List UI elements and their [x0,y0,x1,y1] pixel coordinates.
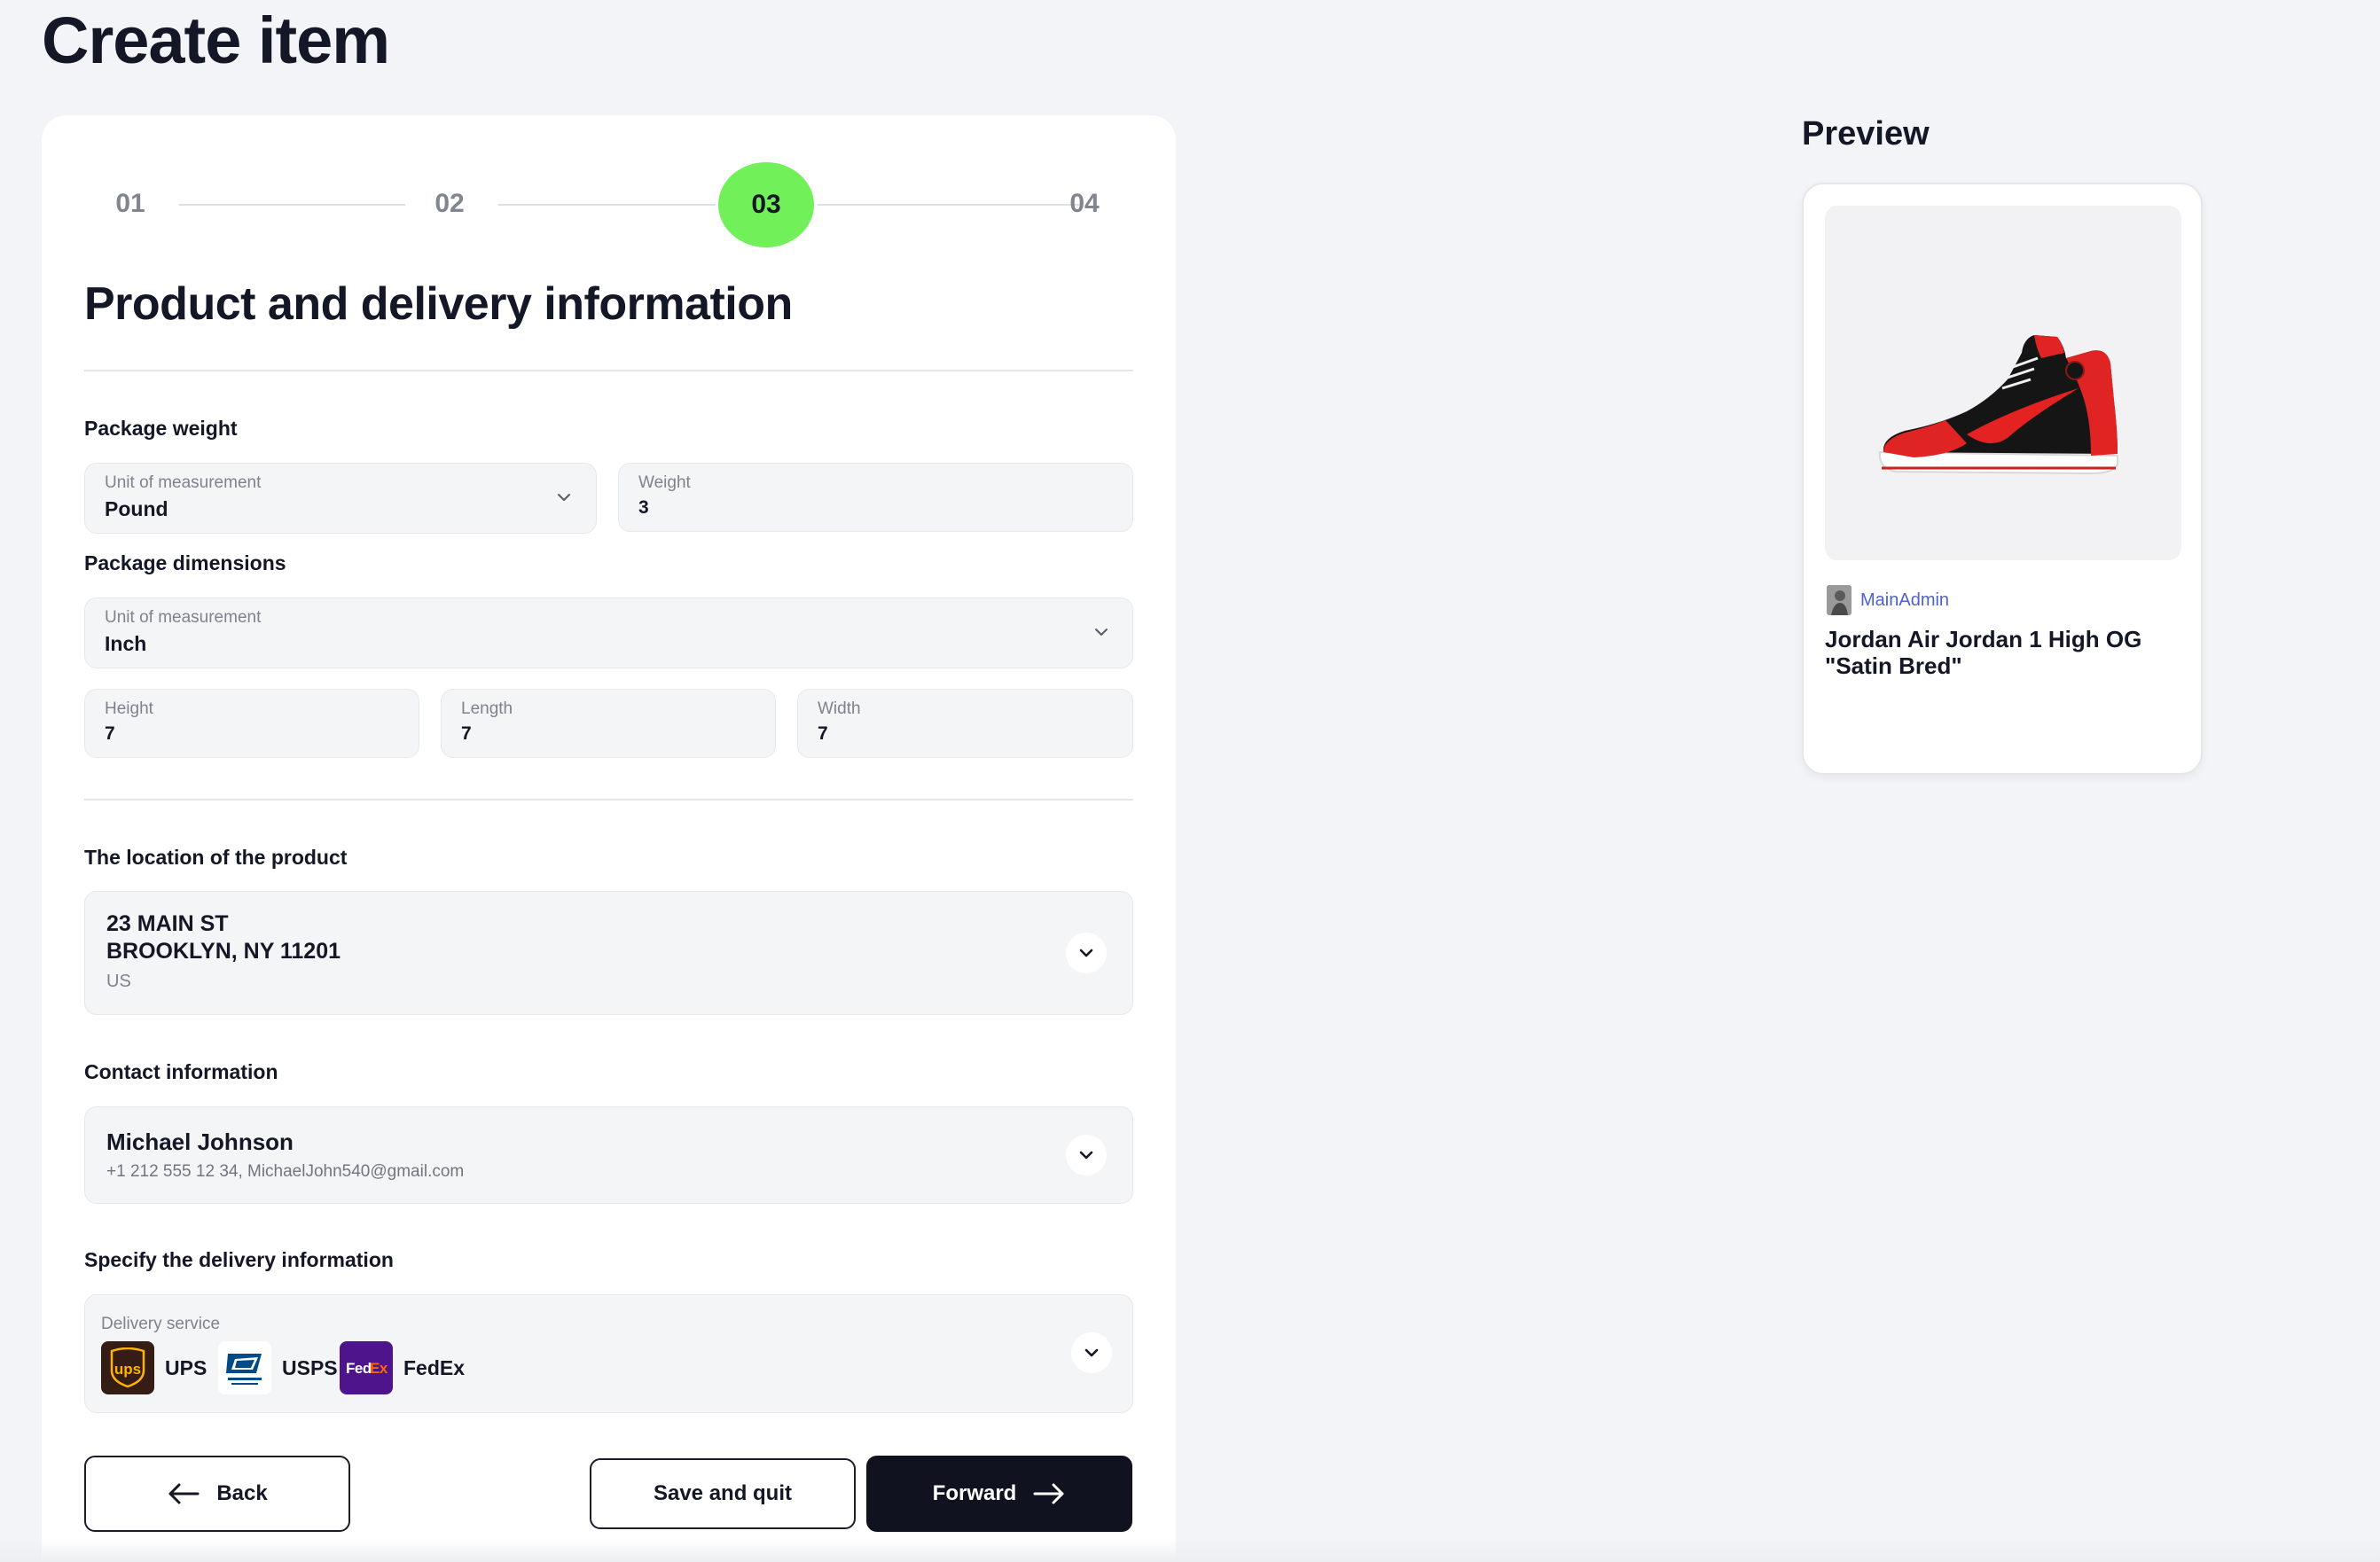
product-image [1825,206,2181,560]
forward-button-label: Forward [932,1481,1017,1505]
contact-select[interactable]: Michael Johnson +1 212 555 12 34, Michae… [84,1106,1133,1204]
usps-logo-icon [218,1341,271,1394]
contact-label: Contact information [84,1060,278,1083]
field-label: Width [818,699,861,718]
carrier-name: FedEx [403,1355,466,1379]
field-value: 7 [818,723,828,744]
arrow-right-icon [1033,1483,1064,1504]
chevron-down-icon [558,494,570,501]
product-preview-card[interactable]: MainAdmin Jordan Air Jordan 1 High OG "S… [1802,183,2203,775]
weight-input[interactable]: Weight 3 [618,463,1133,532]
field-value: Pound [105,497,168,520]
field-label: Length [461,699,513,718]
weight-unit-select[interactable]: Unit of measurement Pound [84,463,597,534]
field-value: Inch [105,632,147,655]
carrier-usps: USPS [218,1341,338,1394]
delivery-expand-button[interactable] [1071,1332,1112,1373]
back-button-label: Back [216,1481,268,1505]
step-1[interactable]: 01 [115,189,145,219]
field-label: Weight [638,473,691,492]
width-input[interactable]: Width 7 [797,689,1133,758]
delivery-service-select[interactable]: Delivery service ups UPS USPS Fed Ex Fed… [84,1294,1133,1413]
contact-details: +1 212 555 12 34, MichaelJohn540@gmail.c… [106,1162,465,1181]
field-label: Delivery service [101,1315,221,1333]
height-input[interactable]: Height 7 [84,689,419,758]
step-4[interactable]: 04 [1069,189,1099,219]
field-value: 7 [105,723,115,744]
step-connector [818,204,1079,206]
section-title: Product and delivery information [84,278,793,330]
field-value: 7 [461,723,472,744]
divider [84,799,1133,801]
field-value: 3 [638,497,649,518]
fedex-logo-fed: Fed [346,1360,372,1377]
chevron-down-icon [1079,1151,1093,1160]
seller-link[interactable]: MainAdmin [1827,585,1949,615]
stepper: 01 02 03 04 [42,115,1176,266]
carrier-ups: ups UPS [101,1341,207,1394]
create-item-form-card: 01 02 03 04 Product and delivery informa… [42,115,1176,1562]
forward-button[interactable]: Forward [866,1456,1132,1532]
package-weight-label: Package weight [84,417,238,440]
ups-logo-text: ups [114,1361,141,1378]
field-label: Height [105,699,153,718]
fedex-logo-ex: Ex [370,1360,388,1377]
address-line-1: 23 MAIN ST [106,911,229,936]
seller-name: MainAdmin [1860,590,1950,610]
step-connector [498,204,716,206]
step-connector [179,204,405,206]
delivery-label: Specify the delivery information [84,1248,394,1271]
contact-name: Michael Johnson [106,1129,294,1155]
fedex-logo-icon: Fed Ex [340,1341,393,1394]
step-2[interactable]: 02 [435,189,464,219]
length-input[interactable]: Length 7 [441,689,776,758]
ups-logo-icon: ups [101,1341,154,1394]
carrier-fedex: Fed Ex FedEx [340,1341,465,1394]
carrier-name: USPS [282,1355,338,1379]
address-country: US [106,972,131,991]
sneaker-image [1878,335,2118,475]
location-select[interactable]: 23 MAIN ST BROOKLYN, NY 11201 US [84,891,1133,1015]
contact-expand-button[interactable] [1066,1135,1107,1175]
preview-title: Preview [1802,115,1930,152]
back-button[interactable]: Back [84,1456,350,1532]
page-title: Create item [42,4,390,77]
dimension-unit-select[interactable]: Unit of measurement Inch [84,597,1133,668]
arrow-left-icon [168,1483,200,1504]
bottom-edge [0,1539,2380,1562]
divider [84,370,1133,371]
field-label: Unit of measurement [105,473,262,492]
chevron-down-icon [1079,949,1093,957]
step-3-active[interactable]: 03 [718,162,814,247]
product-name: Jordan Air Jordan 1 High OG "Satin Bred" [1825,626,2142,679]
save-and-quit-label: Save and quit [653,1481,793,1505]
field-label: Unit of measurement [105,608,262,627]
seller-avatar [1827,585,1852,615]
location-expand-button[interactable] [1066,933,1107,973]
address-line-2: BROOKLYN, NY 11201 [106,939,341,964]
carrier-name: UPS [165,1355,207,1379]
chevron-down-icon [1095,629,1108,636]
chevron-down-icon [1084,1348,1099,1357]
package-dimensions-label: Package dimensions [84,551,286,574]
location-label: The location of the product [84,846,348,869]
save-and-quit-button[interactable]: Save and quit [590,1458,856,1529]
